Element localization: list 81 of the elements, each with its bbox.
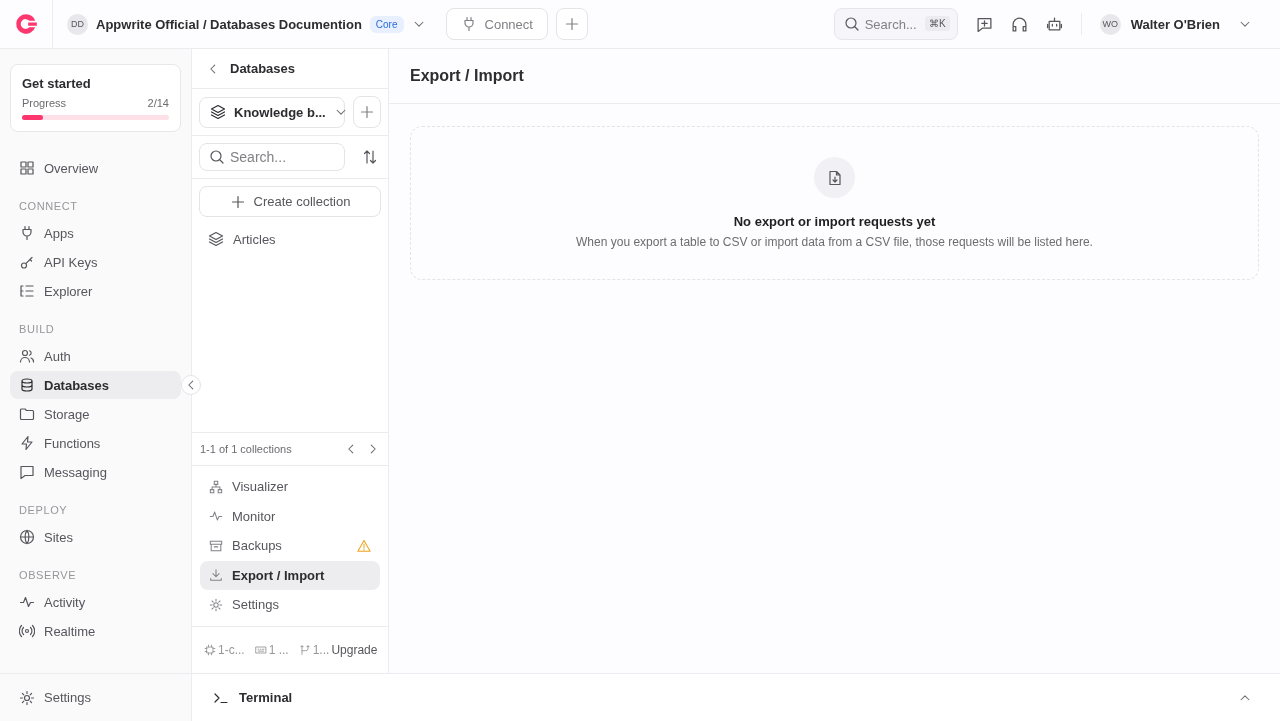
robot-icon[interactable] [1045, 15, 1063, 33]
upgrade-link[interactable]: Upgrade [331, 643, 378, 657]
nav-item[interactable]: Explorer [10, 277, 181, 305]
progress-label: Progress [22, 97, 67, 109]
file-download-icon [814, 157, 855, 198]
nav-item[interactable]: Functions [10, 429, 181, 457]
menu-item[interactable]: Backups [200, 531, 380, 560]
menu-item[interactable]: Visualizer [200, 472, 380, 501]
create-collection-button[interactable]: Create collection [199, 186, 381, 217]
nav-item[interactable]: Auth [10, 342, 181, 370]
folder-icon [19, 406, 35, 422]
headphones-icon[interactable] [1010, 15, 1028, 33]
user-name[interactable]: Walter O'Brien [1130, 16, 1220, 32]
plug-icon [19, 225, 35, 241]
nav-item[interactable]: Apps [10, 219, 181, 247]
pulse-icon [19, 594, 35, 610]
progress-count: 2/14 [147, 97, 169, 109]
grid-icon [19, 160, 35, 176]
empty-state-title: No export or import requests yet [733, 214, 936, 229]
plus-icon [229, 193, 246, 210]
users-icon [19, 348, 35, 364]
broadcast-icon [19, 623, 35, 639]
terminal-toggle[interactable]: Terminal [213, 689, 293, 706]
database-select[interactable]: Knowledge b... [199, 96, 345, 128]
add-button[interactable] [353, 96, 381, 128]
gear-icon [19, 689, 35, 706]
usage-value: 1 ... [268, 643, 289, 657]
search-icon [843, 16, 860, 32]
sort-icon [362, 149, 378, 165]
pagination-text: 1-1 of 1 collections [200, 442, 292, 455]
menu-item[interactable]: Monitor [200, 502, 380, 531]
logo[interactable] [13, 11, 39, 37]
user-avatar[interactable]: WO [1099, 13, 1121, 35]
nav-item[interactable]: Realtime [10, 617, 181, 645]
menu-item[interactable]: Export / Import [200, 561, 380, 590]
chat-plus-icon[interactable] [975, 15, 993, 33]
usage-value: 1-c... [218, 643, 245, 657]
plus-icon [359, 104, 375, 120]
nav-item[interactable]: Databases [10, 371, 181, 399]
nav-item[interactable]: Overview [10, 154, 181, 182]
section-heading: OBSERVE [18, 569, 78, 583]
section-heading: DEPLOY [18, 504, 69, 518]
layers-icon [210, 104, 226, 120]
plan-badge: Core [369, 15, 404, 33]
database-icon [19, 377, 35, 393]
search-icon [209, 149, 225, 165]
nav-item[interactable]: Messaging [10, 458, 181, 486]
project-avatar: DD [67, 13, 88, 35]
nav-item[interactable]: Activity [10, 588, 181, 616]
bolt-icon [19, 435, 35, 451]
project-breadcrumb[interactable]: Appwrite Official / Databases Documention [96, 16, 362, 32]
page-title: Export / Import [410, 67, 524, 85]
nav-item[interactable]: API Keys [10, 248, 181, 276]
shortcut-hint: ⌘K [925, 16, 950, 31]
get-started-card[interactable]: Get started Progress 2/14 [10, 64, 181, 132]
nav-item[interactable]: Storage [10, 400, 181, 428]
sitemap-icon [209, 479, 223, 494]
plus-icon [563, 16, 580, 32]
empty-state-description: When you export a table to CSV or import data from a CSV file, those requests will be listed here. [576, 235, 1093, 249]
menu-item[interactable]: Settings [200, 590, 380, 619]
section-heading: BUILD [18, 323, 56, 337]
branch-icon [298, 644, 311, 656]
connect-button[interactable]: Connect [445, 8, 548, 40]
globe-icon [19, 529, 35, 545]
download-icon [209, 568, 223, 583]
key-icon [19, 254, 35, 270]
section-heading: CONNECT [18, 200, 79, 214]
layers-icon [208, 231, 224, 247]
search-field[interactable]: Search... [199, 143, 345, 171]
card-title: Get started [22, 76, 92, 91]
nav-item[interactable]: Sites [10, 523, 181, 551]
chip-icon [204, 644, 216, 656]
message-icon [19, 464, 35, 480]
gear-icon [209, 597, 223, 612]
collection-item[interactable]: Articles [199, 231, 381, 247]
archive-icon [209, 538, 223, 553]
pulse-icon [209, 509, 223, 524]
usage-value: 1... [312, 643, 330, 657]
keyboard-icon [254, 644, 267, 656]
panel-title: Databases [230, 61, 296, 76]
list-icon [19, 283, 35, 299]
